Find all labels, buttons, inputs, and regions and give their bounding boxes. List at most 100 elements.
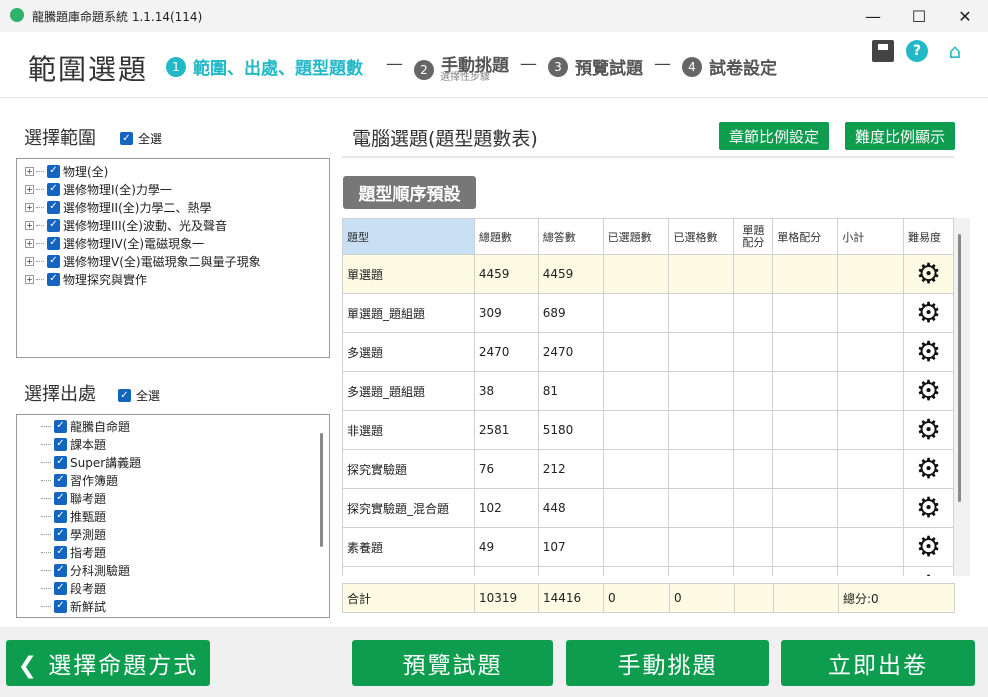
checkbox-checked-icon[interactable]: ✓	[54, 437, 67, 451]
tree-item[interactable]: + ✓ 選修物理IV(全)電磁現象一	[25, 234, 329, 252]
expand-icon[interactable]: +	[25, 256, 34, 266]
difficulty-ratio-button[interactable]: 難度比例顯示	[845, 122, 955, 150]
selected-questions-cell[interactable]	[602, 410, 670, 450]
checkbox-checked-icon[interactable]: ✓	[54, 473, 67, 487]
tree-item[interactable]: + ✓ 選修物理V(全)電磁現象二與量子現象	[25, 252, 329, 270]
tree-item[interactable]: ✓ 學測題	[27, 525, 329, 543]
per-cell-score-cell[interactable]	[772, 332, 839, 372]
back-select-method-button[interactable]: ❮ 選擇命題方式	[6, 640, 210, 686]
column-header[interactable]: 單題配分	[733, 218, 774, 255]
tree-item[interactable]: + ✓ 物理(全)	[25, 162, 329, 180]
difficulty-cell[interactable]: ⚙	[902, 566, 954, 577]
selected-questions-cell[interactable]	[602, 371, 670, 411]
selected-questions-cell[interactable]	[602, 488, 670, 528]
per-cell-score-cell[interactable]	[772, 488, 839, 528]
home-icon[interactable]: ⌂	[944, 39, 966, 63]
per-cell-score-cell[interactable]	[772, 254, 839, 294]
tree-item[interactable]: ✓ 分科測驗題	[27, 561, 329, 579]
per-question-score-cell[interactable]	[733, 371, 774, 411]
preview-questions-button[interactable]: 預覽試題	[352, 640, 553, 686]
per-question-score-cell[interactable]	[733, 332, 774, 372]
generate-exam-button[interactable]: 立即出卷	[781, 640, 975, 686]
checkbox-checked-icon[interactable]: ✓	[47, 236, 60, 250]
checkbox-checked-icon[interactable]: ✓	[54, 599, 67, 613]
selected-cells-cell[interactable]	[668, 410, 735, 450]
gear-icon[interactable]: ⚙	[916, 569, 941, 577]
tree-item[interactable]: ✓ 課本題	[27, 435, 329, 453]
source-scrollbar[interactable]	[320, 433, 323, 547]
tree-item[interactable]: ✓ 習作簿題	[27, 471, 329, 489]
expand-icon[interactable]: +	[25, 238, 34, 248]
manual-pick-button[interactable]: 手動挑題	[566, 640, 769, 686]
tree-item[interactable]: + ✓ 物理探究與實作	[25, 270, 329, 288]
table-scroll-track[interactable]	[954, 218, 970, 576]
minimize-button[interactable]: —	[850, 0, 896, 32]
checkbox-checked-icon[interactable]: ✓	[47, 200, 60, 214]
tree-item[interactable]: ✓ 新鮮試	[27, 597, 329, 615]
maximize-button[interactable]: ☐	[896, 0, 942, 32]
column-header[interactable]: 已選題數	[602, 218, 670, 255]
checkbox-checked-icon[interactable]: ✓	[54, 563, 67, 577]
tree-item[interactable]: + ✓ 選修物理II(全)力學二、熱學	[25, 198, 329, 216]
difficulty-cell[interactable]: ⚙	[902, 527, 954, 567]
tree-item[interactable]: + ✓ 選修物理III(全)波動、光及聲音	[25, 216, 329, 234]
table-row[interactable]: 非選題 2581 5180 ⚙	[342, 410, 954, 450]
expand-icon[interactable]: +	[25, 166, 34, 176]
selected-cells-cell[interactable]	[668, 527, 735, 567]
selected-questions-cell[interactable]	[602, 449, 670, 489]
checkbox-checked-icon[interactable]: ✓	[54, 455, 67, 469]
table-row[interactable]: 多選題 2470 2470 ⚙	[342, 332, 954, 372]
difficulty-cell[interactable]: ⚙	[902, 332, 954, 372]
selected-cells-cell[interactable]	[668, 332, 735, 372]
tree-item[interactable]: ✓ 龍騰自命題	[27, 417, 329, 435]
per-question-score-cell[interactable]	[733, 410, 774, 450]
expand-icon[interactable]: +	[25, 202, 34, 212]
gear-icon[interactable]: ⚙	[916, 452, 941, 485]
gear-icon[interactable]: ⚙	[916, 296, 941, 329]
per-question-score-cell[interactable]	[733, 293, 774, 333]
per-cell-score-cell[interactable]	[772, 293, 839, 333]
checkbox-checked-icon[interactable]: ✓	[54, 545, 67, 559]
column-header[interactable]: 已選格數	[668, 218, 735, 255]
table-row[interactable]: 素養題 49 107 ⚙	[342, 527, 954, 567]
per-question-score-cell[interactable]	[733, 527, 774, 567]
per-question-score-cell[interactable]	[733, 488, 774, 528]
column-header[interactable]: 題型	[342, 218, 475, 255]
gear-icon[interactable]: ⚙	[916, 530, 941, 563]
selected-cells-cell[interactable]	[668, 371, 735, 411]
preset-order-button[interactable]: 題型順序預設	[343, 176, 476, 209]
table-row[interactable]: 探究實驗題_混合題 102 448 ⚙	[342, 488, 954, 528]
selected-cells-cell[interactable]	[668, 254, 735, 294]
tree-item[interactable]: ✓ 指考題	[27, 543, 329, 561]
gear-icon[interactable]: ⚙	[916, 335, 941, 368]
column-header[interactable]: 難易度	[902, 218, 954, 255]
save-icon[interactable]	[872, 40, 894, 62]
per-cell-score-cell[interactable]	[772, 371, 839, 411]
table-scrollbar[interactable]	[958, 234, 961, 502]
step-1[interactable]: 1 範圍、出處、題型題數	[166, 54, 363, 79]
selected-cells-cell[interactable]	[668, 293, 735, 333]
selected-cells-cell[interactable]	[668, 488, 735, 528]
checkbox-checked-icon[interactable]: ✓	[47, 182, 60, 196]
checkbox-checked-icon[interactable]: ✓	[47, 272, 60, 286]
difficulty-cell[interactable]: ⚙	[902, 410, 954, 450]
tree-item[interactable]: ✓ 推甄題	[27, 507, 329, 525]
table-row[interactable]: 單選題 4459 4459 ⚙	[342, 254, 954, 294]
scope-select-all[interactable]: ✓ 全選	[120, 130, 162, 147]
tree-item[interactable]: ✓ 聯考題	[27, 489, 329, 507]
per-question-score-cell[interactable]	[733, 254, 774, 294]
checkbox-checked-icon[interactable]: ✓	[120, 132, 133, 145]
checkbox-checked-icon[interactable]: ✓	[54, 509, 67, 523]
expand-icon[interactable]: +	[25, 274, 34, 284]
column-header[interactable]: 總答數	[537, 218, 604, 255]
checkbox-checked-icon[interactable]: ✓	[118, 389, 131, 402]
per-cell-score-cell[interactable]	[772, 527, 839, 567]
checkbox-checked-icon[interactable]: ✓	[47, 164, 60, 178]
chapter-ratio-button[interactable]: 章節比例設定	[719, 122, 829, 150]
per-cell-score-cell[interactable]	[772, 410, 839, 450]
gear-icon[interactable]: ⚙	[916, 491, 941, 524]
selected-questions-cell[interactable]	[602, 527, 670, 567]
table-row[interactable]: 探究實驗題 76 212 ⚙	[342, 449, 954, 489]
step-3[interactable]: 3 預覽試題	[548, 54, 643, 79]
step-4[interactable]: 4 試卷設定	[682, 54, 777, 79]
